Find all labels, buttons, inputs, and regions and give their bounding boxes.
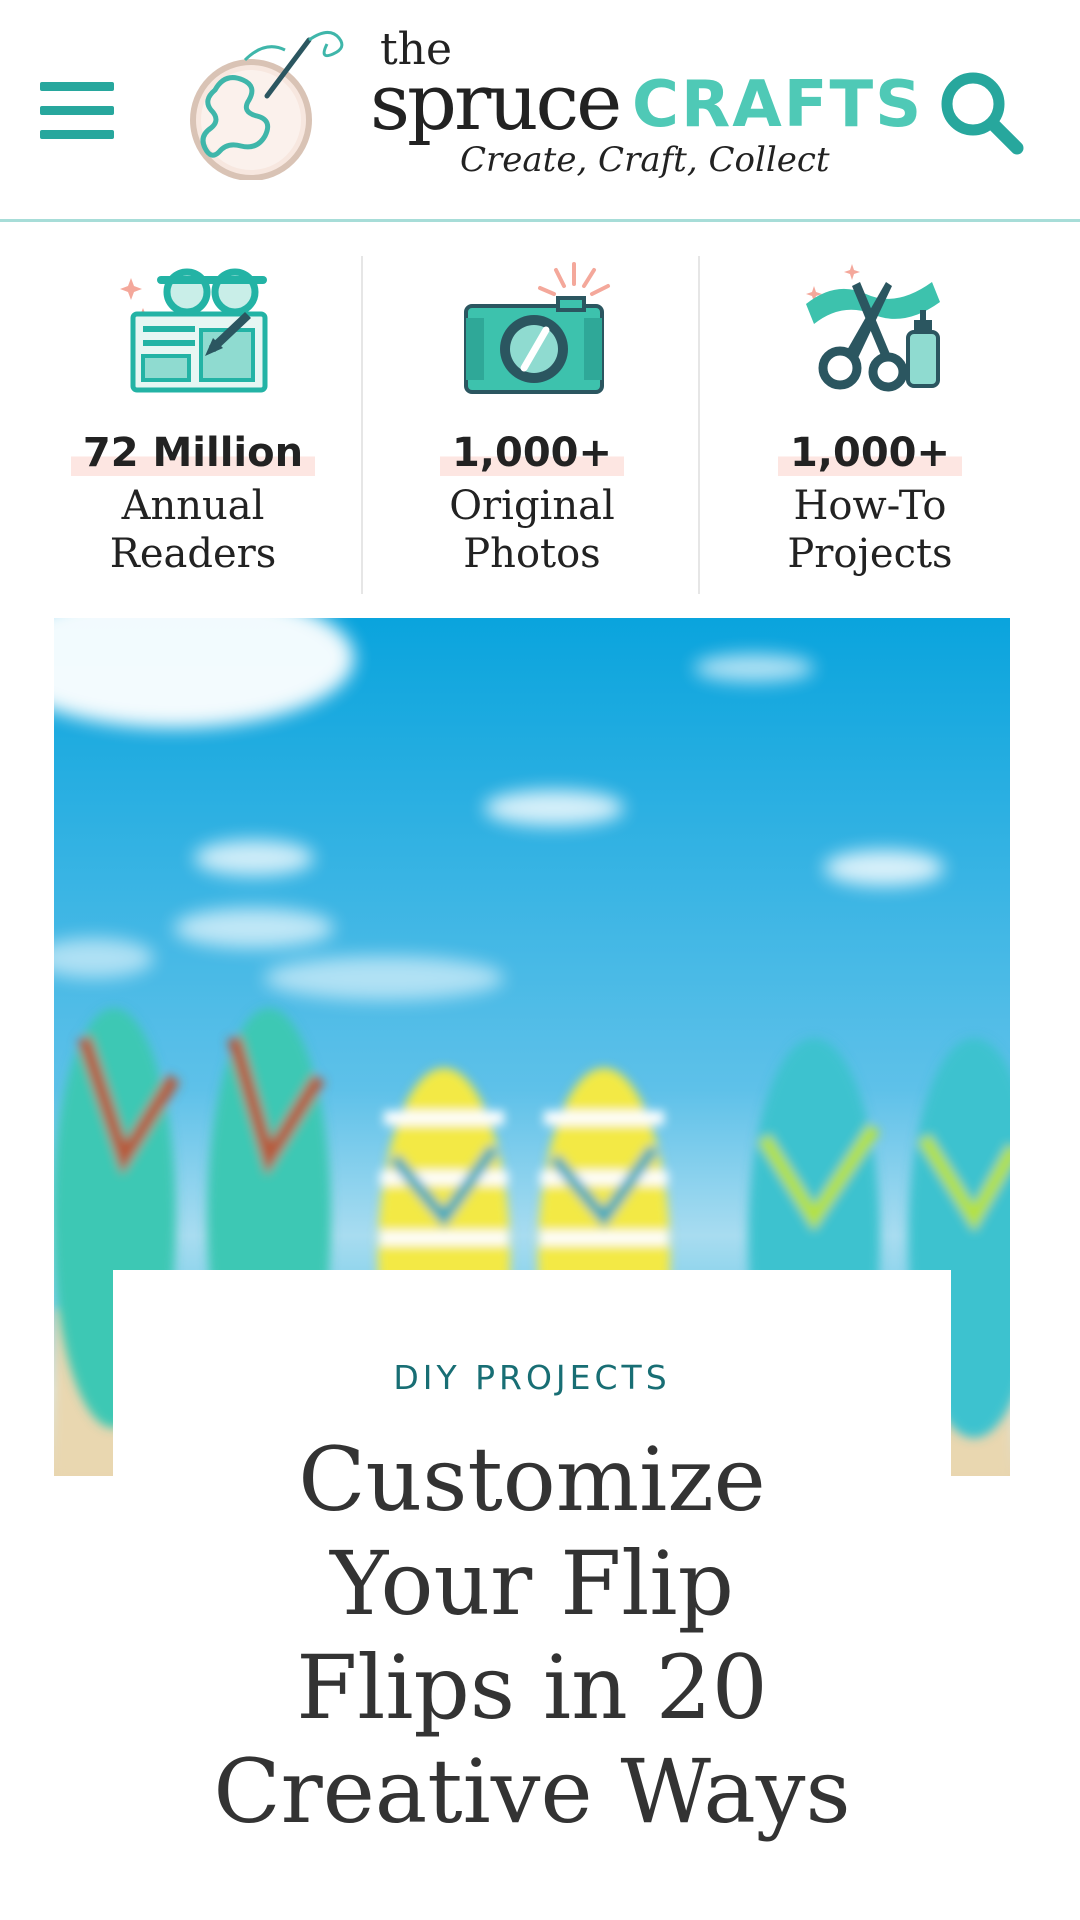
stat-label-line: Readers xyxy=(109,531,277,577)
glasses-board-icon xyxy=(120,268,268,393)
stat-label-line: Projects xyxy=(787,531,953,577)
stat-photos: 1,000+ Original Photos xyxy=(362,256,702,596)
logo-spruce: spruce xyxy=(370,58,622,148)
menu-bar xyxy=(40,130,114,139)
stats-bar: 72 Million Annual Readers 1,000+ Origina… xyxy=(0,256,1080,596)
camera-icon xyxy=(464,262,610,394)
title-line: Flips in 20 xyxy=(296,1636,768,1739)
stat-label: Original Photos xyxy=(362,482,702,578)
stat-label: Annual Readers xyxy=(23,482,363,578)
menu-icon[interactable] xyxy=(40,82,114,140)
site-logo[interactable]: the spruce CRAFTS Create, Craft, Collect xyxy=(370,24,921,194)
stat-readers: 72 Million Annual Readers xyxy=(23,256,363,596)
logo-tagline: Create, Craft, Collect xyxy=(460,140,830,180)
site-header: the spruce CRAFTS Create, Craft, Collect xyxy=(0,0,1080,222)
stat-label: How-To Projects xyxy=(700,482,1040,578)
stat-number: 72 Million xyxy=(23,430,363,476)
article-header-card: DIY PROJECTS Customize Your Flip Flips i… xyxy=(113,1270,951,1920)
logo-crafts: CRAFTS xyxy=(632,68,924,142)
scissors-glue-icon xyxy=(806,264,940,392)
embroidery-hoop-logo-icon[interactable] xyxy=(185,20,355,180)
stat-projects: 1,000+ How-To Projects xyxy=(700,256,1040,596)
stat-number: 1,000+ xyxy=(700,430,1040,476)
stat-label-line: Original xyxy=(449,483,615,529)
category-link[interactable]: DIY PROJECTS xyxy=(113,1358,951,1397)
menu-bar xyxy=(40,106,114,115)
title-line: Creative Ways xyxy=(213,1740,851,1843)
menu-bar xyxy=(40,82,114,91)
search-icon[interactable] xyxy=(935,66,1027,158)
stat-label-line: Annual xyxy=(121,483,265,529)
stat-label-line: How-To xyxy=(793,483,947,529)
title-line: Your Flip xyxy=(330,1532,734,1635)
title-line: Customize xyxy=(298,1428,766,1531)
article-title: Customize Your Flip Flips in 20 Creative… xyxy=(113,1428,951,1844)
stat-number: 1,000+ xyxy=(362,430,702,476)
stat-label-line: Photos xyxy=(463,531,601,577)
